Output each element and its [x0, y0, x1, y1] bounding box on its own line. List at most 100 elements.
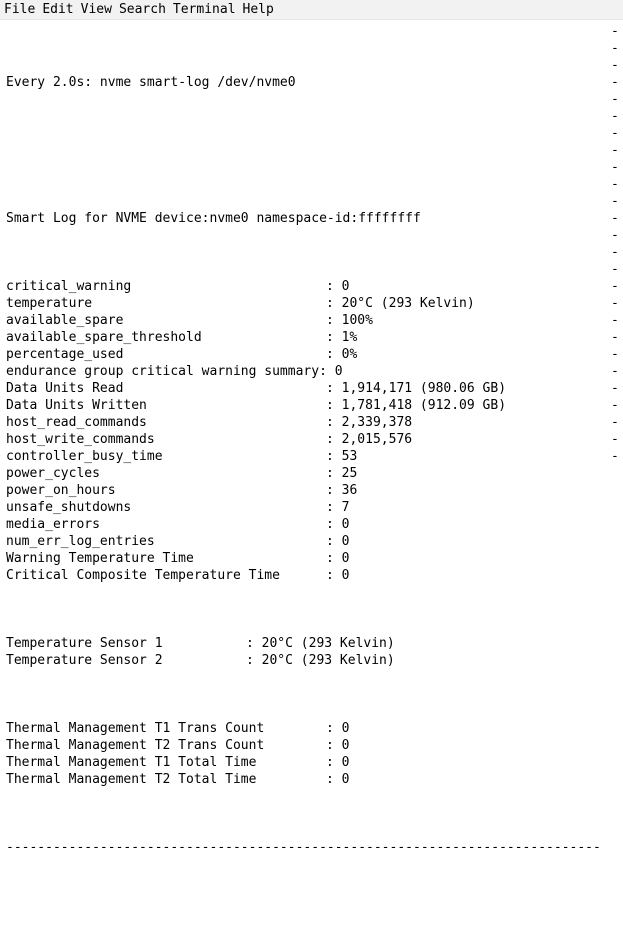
row-label: controller_busy_time	[6, 448, 326, 465]
row-value: 0%	[342, 346, 358, 363]
row-label: Data Units Written	[6, 397, 326, 414]
smartlog-row: Thermal Management T1 Trans Count: 0	[6, 720, 617, 737]
border-dash: -	[611, 227, 619, 244]
row-separator: :	[326, 380, 342, 397]
row-separator: :	[326, 431, 342, 448]
divider-dashes: ----------------------------------------…	[6, 839, 617, 856]
row-label: Thermal Management T2 Total Time	[6, 771, 326, 788]
menu-terminal[interactable]: Terminal	[173, 0, 243, 19]
row-label: Thermal Management T1 Total Time	[6, 754, 326, 771]
row-label: num_err_log_entries	[6, 533, 326, 550]
row-label: power_cycles	[6, 465, 326, 482]
border-dash: -	[611, 448, 619, 465]
border-dash: -	[611, 108, 619, 125]
watch-prefix: Every 2.0s:	[6, 74, 100, 91]
row-label: host_write_commands	[6, 431, 326, 448]
row-value: 20°C (293 Kelvin)	[262, 652, 395, 669]
border-dash: -	[611, 431, 619, 448]
border-dash: -	[611, 261, 619, 278]
border-dash: -	[611, 295, 619, 312]
border-dash: -	[611, 57, 619, 74]
row-value: 36	[342, 482, 358, 499]
smartlog-main-rows: critical_warning: 0temperature: 20°C (29…	[6, 278, 617, 584]
border-dash: -	[611, 159, 619, 176]
menubar: File Edit View Search Terminal Help	[0, 0, 623, 20]
row-separator: :	[326, 329, 342, 346]
smartlog-row: percentage_used: 0%	[6, 346, 617, 363]
row-separator: :	[246, 635, 262, 652]
row-label: available_spare	[6, 312, 326, 329]
row-separator: :	[326, 516, 342, 533]
menu-help[interactable]: Help	[243, 0, 281, 19]
row-label: media_errors	[6, 516, 326, 533]
row-separator: :	[326, 567, 342, 584]
row-label: Temperature Sensor 1	[6, 635, 246, 652]
row-value: 53	[342, 448, 358, 465]
row-value: 0	[342, 771, 350, 788]
row-label: Warning Temperature Time	[6, 550, 326, 567]
row-separator: :	[326, 465, 342, 482]
row-label: unsafe_shutdowns	[6, 499, 326, 516]
menu-file[interactable]: File	[4, 0, 42, 19]
smartlog-row: Data Units Read: 1,914,171 (980.06 GB)	[6, 380, 617, 397]
border-dash: -	[611, 40, 619, 57]
row-value: 100%	[342, 312, 373, 329]
row-label: Data Units Read	[6, 380, 326, 397]
row-label: critical_warning	[6, 278, 326, 295]
blank-line	[6, 142, 617, 159]
row-separator: :	[326, 278, 342, 295]
row-label: power_on_hours	[6, 482, 326, 499]
border-dash: -	[611, 397, 619, 414]
border-dash: -	[611, 193, 619, 210]
row-separator: :	[326, 754, 342, 771]
smartlog-row: Data Units Written: 1,781,418 (912.09 GB…	[6, 397, 617, 414]
smartlog-row: unsafe_shutdowns: 7	[6, 499, 617, 516]
row-value: 2,339,378	[342, 414, 412, 431]
watch-command: nvme smart-log /dev/nvme0	[100, 74, 296, 91]
row-separator: :	[326, 720, 342, 737]
row-separator: :	[326, 499, 342, 516]
row-separator: :	[326, 448, 342, 465]
menu-edit[interactable]: Edit	[42, 0, 80, 19]
right-border-dashes: --------------------------	[611, 23, 619, 465]
border-dash: -	[611, 278, 619, 295]
menu-search[interactable]: Search	[119, 0, 173, 19]
row-value: 0	[342, 550, 350, 567]
smartlog-row: host_write_commands: 2,015,576	[6, 431, 617, 448]
smartlog-row: controller_busy_time: 53	[6, 448, 617, 465]
smartlog-row: power_on_hours: 36	[6, 482, 617, 499]
border-dash: -	[611, 142, 619, 159]
smartlog-row: Thermal Management T2 Total Time: 0	[6, 771, 617, 788]
row-value: 2,015,576	[342, 431, 412, 448]
smartlog-row: endurance group critical warning summary…	[6, 363, 617, 380]
smartlog-row: Thermal Management T2 Trans Count: 0	[6, 737, 617, 754]
menu-view[interactable]: View	[81, 0, 119, 19]
row-value: 0	[342, 278, 350, 295]
smartlog-row: critical_warning: 0	[6, 278, 617, 295]
terminal-viewport[interactable]: Every 2.0s: nvme smart-log /dev/nvme0 Sm…	[0, 20, 623, 926]
row-separator: :	[326, 312, 342, 329]
smartlog-row: available_spare: 100%	[6, 312, 617, 329]
row-value: 1%	[342, 329, 358, 346]
smartlog-row: available_spare_threshold: 1%	[6, 329, 617, 346]
row-label: available_spare_threshold	[6, 329, 326, 346]
row-value: 20°C (293 Kelvin)	[342, 295, 475, 312]
row-separator: :	[326, 550, 342, 567]
smartlog-sensor-rows: Temperature Sensor 1: 20°C (293 Kelvin)T…	[6, 635, 617, 669]
smartlog-row: Warning Temperature Time: 0	[6, 550, 617, 567]
border-dash: -	[611, 346, 619, 363]
border-dash: -	[611, 363, 619, 380]
border-dash: -	[611, 312, 619, 329]
smartlog-header: Smart Log for NVME device:nvme0 namespac…	[6, 210, 617, 227]
row-separator: :	[246, 652, 262, 669]
smartlog-row: Temperature Sensor 2: 20°C (293 Kelvin)	[6, 652, 617, 669]
smartlog-row: num_err_log_entries: 0	[6, 533, 617, 550]
border-dash: -	[611, 244, 619, 261]
row-label: percentage_used	[6, 346, 326, 363]
watch-header: Every 2.0s: nvme smart-log /dev/nvme0	[6, 74, 617, 91]
smartlog-row: power_cycles: 25	[6, 465, 617, 482]
row-label: Temperature Sensor 2	[6, 652, 246, 669]
row-value: 0	[342, 533, 350, 550]
row-separator: :	[326, 414, 342, 431]
row-separator: :	[326, 346, 342, 363]
